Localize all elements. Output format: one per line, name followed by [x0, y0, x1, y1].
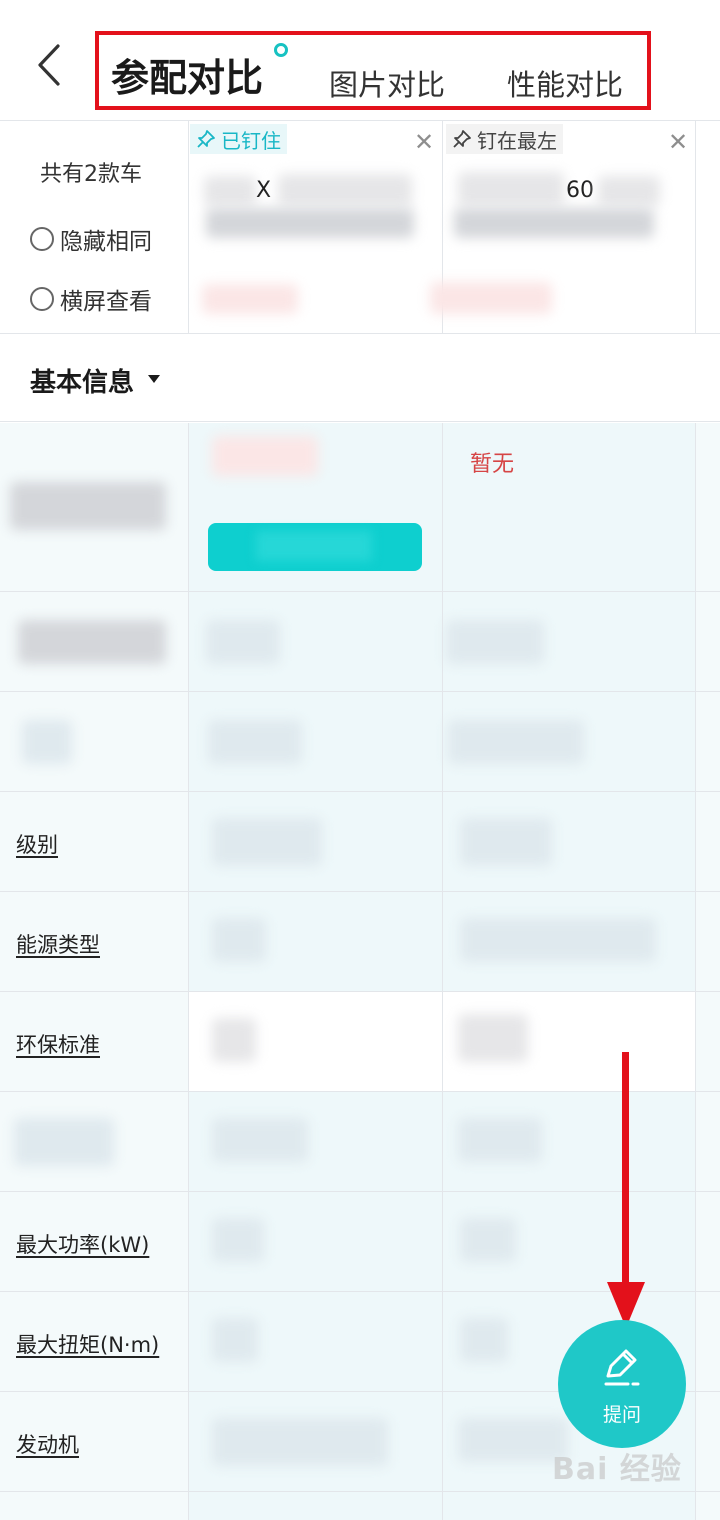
- pinned-label: 已钉住: [221, 128, 281, 153]
- divider: [0, 1191, 720, 1192]
- blurred-value: [212, 1218, 264, 1262]
- blurred-value: [212, 1418, 388, 1466]
- inquiry-button[interactable]: [208, 523, 422, 571]
- divider: [0, 691, 720, 692]
- pinned-tag[interactable]: 已钉住: [190, 124, 287, 154]
- tab-performance-compare[interactable]: 性能对比: [507, 62, 623, 104]
- radio-icon: [30, 287, 54, 311]
- blurred-value: [448, 720, 584, 764]
- pin-left-label: 钉在最左: [477, 128, 557, 153]
- tab-bar: 参配对比 图片对比 性能对比: [95, 31, 651, 110]
- divider: [188, 423, 189, 1520]
- blurred-value: [460, 918, 656, 962]
- blurred-car-name: [598, 176, 660, 206]
- blurred-value: [212, 818, 322, 866]
- back-arrow-icon: [38, 44, 60, 86]
- divider: [0, 991, 720, 992]
- blurred-value: [460, 818, 552, 866]
- divider: [0, 120, 720, 121]
- blurred-value: [458, 1118, 542, 1162]
- back-button[interactable]: [30, 40, 70, 90]
- blurred-value: [458, 1014, 528, 1062]
- divider: [0, 891, 720, 892]
- blurred-car-subtitle: [454, 208, 654, 238]
- edit-icon: [604, 1349, 640, 1386]
- car-1-name: X: [256, 178, 272, 203]
- blurred-value: [208, 720, 302, 764]
- blurred-value: [460, 1318, 508, 1362]
- pin-icon: [197, 130, 215, 148]
- car-count: 共有2款车: [40, 162, 142, 187]
- ask-question-label: 提问: [602, 1404, 641, 1426]
- section-title: 基本信息: [30, 368, 135, 398]
- row-label-emission-standard[interactable]: 环保标准: [16, 1029, 100, 1059]
- landscape-label: 横屏查看: [60, 289, 152, 315]
- edge-column: [696, 423, 720, 1520]
- divider: [0, 1091, 720, 1092]
- remove-car-1-close-icon[interactable]: ✕: [414, 128, 434, 156]
- blurred-value: [212, 1318, 258, 1362]
- no-data-text: 暂无: [470, 452, 515, 477]
- pin-icon: [453, 130, 471, 148]
- blurred-row-label: [18, 620, 166, 664]
- blurred-price: [430, 282, 552, 314]
- row-label-max-torque[interactable]: 最大扭矩(N·m): [16, 1329, 159, 1359]
- divider: [0, 591, 720, 592]
- blurred-value: [212, 1018, 256, 1062]
- remove-car-2-close-icon[interactable]: ✕: [668, 128, 688, 156]
- blurred-price: [202, 284, 298, 314]
- pin-left-tag[interactable]: 钉在最左: [446, 124, 563, 154]
- hide-same-option[interactable]: 隐藏相同: [30, 222, 152, 256]
- blurred-value: [206, 620, 280, 664]
- blurred-car-name: [278, 174, 412, 206]
- annotation-arrow-shaft: [622, 1052, 629, 1302]
- blurred-value: [212, 436, 318, 476]
- blurred-row-label: [22, 720, 72, 764]
- blurred-row-label: [10, 482, 166, 530]
- blurred-button-label: [256, 531, 372, 561]
- divider: [0, 1491, 720, 1492]
- blurred-value: [460, 1218, 516, 1262]
- section-basic-info[interactable]: 基本信息: [0, 334, 720, 422]
- row-label-energy-type[interactable]: 能源类型: [16, 929, 100, 959]
- caret-down-icon: [148, 375, 160, 383]
- tab-spec-compare[interactable]: 参配对比: [111, 47, 263, 102]
- radio-icon: [30, 227, 54, 251]
- row-label-level[interactable]: 级别: [16, 829, 58, 859]
- blurred-value: [212, 918, 266, 962]
- car-2-name: 60: [566, 178, 594, 203]
- active-tab-dot: [274, 43, 288, 57]
- divider: [0, 791, 720, 792]
- landscape-option[interactable]: 横屏查看: [30, 282, 152, 316]
- row-label-max-power[interactable]: 最大功率(kW): [16, 1229, 149, 1259]
- top-bar: 参配对比 图片对比 性能对比: [0, 0, 720, 120]
- row-label-engine[interactable]: 发动机: [16, 1429, 79, 1459]
- divider: [442, 423, 443, 1520]
- watermark-text: Bai 经验: [552, 1452, 682, 1487]
- hide-same-label: 隐藏相同: [60, 229, 152, 255]
- tab-image-compare[interactable]: 图片对比: [329, 62, 445, 104]
- watermark: Bai 经验: [552, 1444, 682, 1488]
- blurred-car-name: [204, 176, 256, 206]
- blurred-car-name: [458, 172, 564, 206]
- blurred-car-subtitle: [206, 208, 414, 238]
- ask-question-button[interactable]: 提问: [558, 1320, 686, 1448]
- divider: [695, 423, 696, 1520]
- blurred-row-label: [14, 1118, 114, 1166]
- divider: [695, 120, 696, 334]
- divider: [188, 120, 189, 334]
- blurred-value: [212, 1118, 308, 1162]
- blurred-value: [446, 620, 544, 664]
